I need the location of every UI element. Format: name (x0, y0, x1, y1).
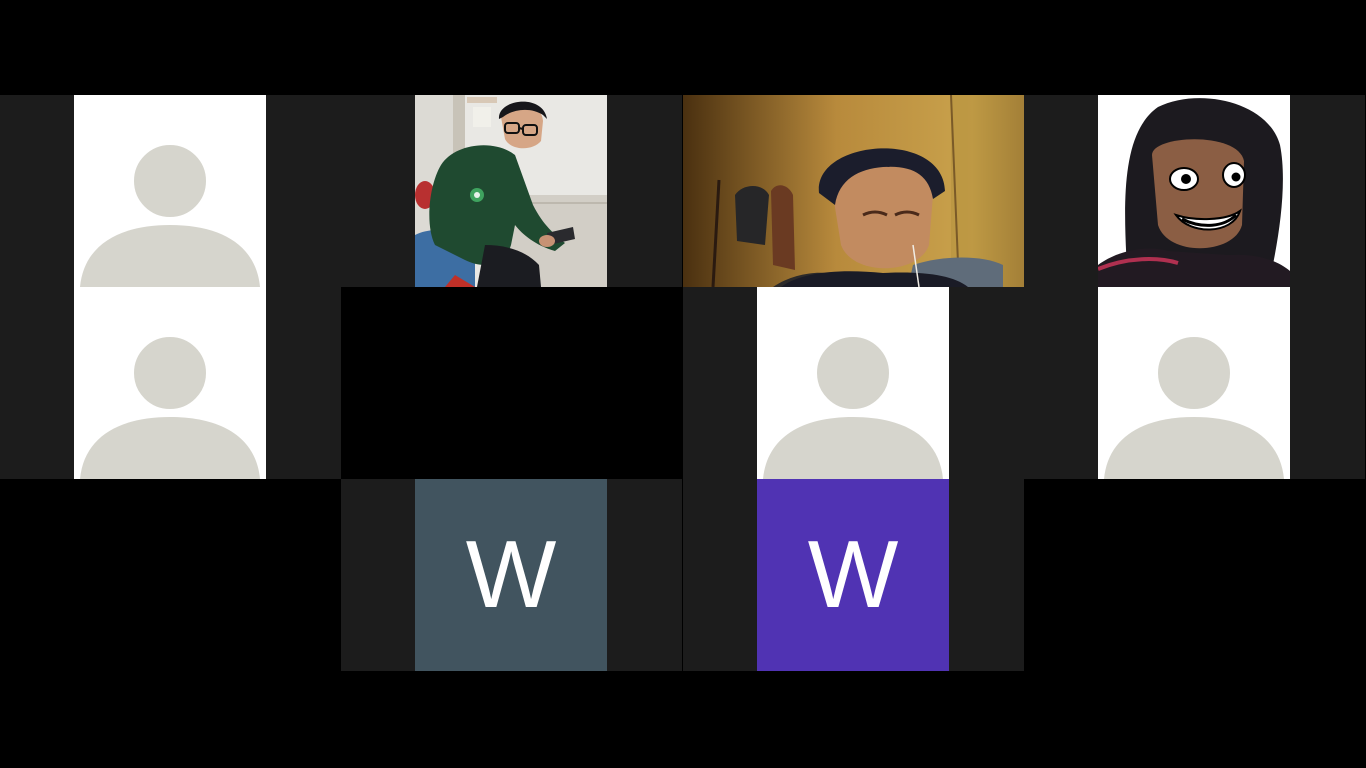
participant-avatar-frame (74, 287, 266, 479)
video-gallery: W W (0, 0, 1366, 768)
participant-tile-7[interactable] (683, 287, 1024, 479)
default-avatar-icon (80, 139, 260, 287)
default-avatar-icon (763, 331, 943, 479)
participant-video-feed (683, 95, 1024, 287)
participant-initial-avatar: W (757, 479, 949, 671)
participant-tile-8[interactable] (1024, 287, 1365, 479)
participant-tile-10[interactable]: W (683, 479, 1024, 671)
default-avatar-icon (1104, 331, 1284, 479)
video-frame-person-green-jacket (415, 95, 607, 287)
participant-tile-4[interactable] (1024, 95, 1365, 287)
participant-avatar-frame (74, 95, 266, 287)
participant-avatar-frame (757, 287, 949, 479)
video-off-placeholder (341, 287, 682, 479)
participant-tile-3[interactable] (683, 95, 1024, 287)
participant-video-feed (1098, 95, 1290, 287)
video-frame-person-warm-room (683, 95, 1024, 287)
participant-tile-9[interactable]: W (341, 479, 682, 671)
participant-avatar-frame (1098, 287, 1290, 479)
participant-tile-6[interactable] (341, 287, 682, 479)
participant-tile-5[interactable] (0, 287, 341, 479)
video-frame-person-drawn-face (1098, 95, 1290, 287)
default-avatar-icon (80, 331, 260, 479)
participant-tile-1[interactable] (0, 95, 341, 287)
participant-initial: W (465, 521, 557, 628)
participant-initial-avatar: W (415, 479, 607, 671)
participant-initial: W (807, 521, 899, 628)
participant-tile-2[interactable] (341, 95, 682, 287)
participant-video-feed (415, 95, 607, 287)
